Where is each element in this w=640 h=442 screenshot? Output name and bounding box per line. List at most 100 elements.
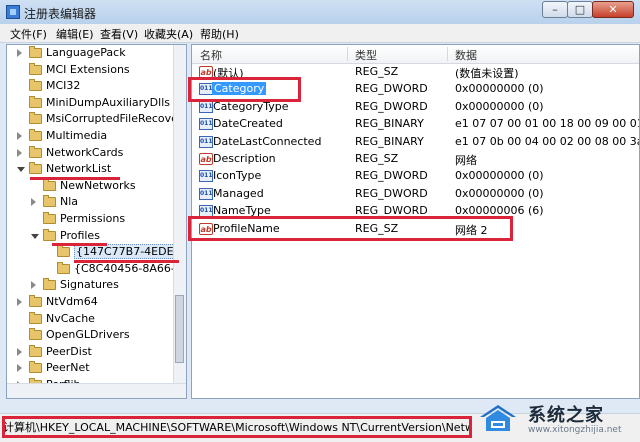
value-type: REG_SZ xyxy=(355,65,399,78)
folder-icon xyxy=(43,278,56,291)
string-value-icon: ab xyxy=(199,153,213,165)
tree-item-label: Signatures xyxy=(60,278,119,292)
value-type: REG_DWORD xyxy=(355,99,428,113)
value-row[interactable]: 011 DateLastConnected REG_BINARY e1 07 0b 0… xyxy=(192,134,639,151)
tree-item-label: MiniDumpAuxiliaryDlls xyxy=(46,95,170,109)
folder-icon xyxy=(29,328,42,341)
column-divider[interactable] xyxy=(347,47,348,61)
binary-value-icon: 011 xyxy=(199,118,213,131)
folder-icon xyxy=(43,195,56,208)
expand-arrow-open-icon[interactable] xyxy=(17,167,25,173)
value-type: REG_BINARY xyxy=(355,134,424,148)
value-type: REG_DWORD xyxy=(355,186,428,200)
tree-vertical-scrollbar[interactable] xyxy=(173,45,186,383)
folder-icon xyxy=(29,145,42,158)
value-name: IconType xyxy=(213,169,262,183)
highlight-category-box xyxy=(188,77,301,102)
value-type: REG_DWORD xyxy=(355,82,428,96)
folder-icon xyxy=(43,178,56,191)
value-type: REG_DWORD xyxy=(355,169,428,183)
regedit-app-icon xyxy=(6,5,20,19)
expand-arrow-open-icon[interactable] xyxy=(31,233,39,239)
expand-arrow-icon[interactable] xyxy=(17,298,22,306)
maximize-button[interactable]: □ xyxy=(567,1,593,18)
tree-item-label: OpenGLDrivers xyxy=(46,328,130,342)
value-row[interactable]: 011 IconType REG_DWORD 0x00000000 (0) xyxy=(192,168,639,185)
key-tree-pane[interactable]: LanguagePack MCI Extensions MCI32 MiniDumpA… xyxy=(6,44,187,399)
title-bar[interactable]: 注册表编辑器 – □ ✕ xyxy=(0,0,640,24)
folder-icon xyxy=(29,79,42,92)
minimize-button[interactable]: – xyxy=(542,1,568,18)
folder-icon xyxy=(29,311,42,324)
watermark-logo-icon xyxy=(480,405,516,431)
value-data: 网络 xyxy=(455,154,477,167)
column-header-data[interactable]: 数据 xyxy=(455,47,477,63)
tree-item-label: {C8C40456-8A66-4 xyxy=(74,261,182,275)
expand-arrow-icon[interactable] xyxy=(17,148,22,157)
window-title: 注册表编辑器 xyxy=(24,7,97,21)
watermark: 系统之家 www.xitongzhijia.net xyxy=(470,387,640,441)
folder-icon xyxy=(57,245,70,258)
value-data: 0x00000000 (0) xyxy=(455,186,544,200)
expand-arrow-icon[interactable] xyxy=(17,49,22,57)
value-name: Managed xyxy=(213,186,264,200)
menu-help[interactable]: 帮助(H) xyxy=(200,26,239,42)
expand-arrow-icon[interactable] xyxy=(17,132,22,140)
expand-arrow-icon[interactable] xyxy=(17,364,22,373)
folder-icon xyxy=(29,62,42,75)
value-row[interactable]: ab Description REG_SZ 网络 xyxy=(192,151,639,168)
value-type: REG_BINARY xyxy=(355,117,424,131)
folder-icon xyxy=(29,162,42,175)
highlight-profilename-box xyxy=(188,216,513,241)
tree-item-label: NtVdm64 xyxy=(46,295,98,308)
folder-icon xyxy=(29,112,42,125)
column-header-name[interactable]: 名称 xyxy=(200,47,222,63)
tree-item-label: PeerNet xyxy=(46,361,90,375)
folder-icon xyxy=(29,46,42,58)
tree-item-label: Nla xyxy=(60,195,79,209)
menu-file[interactable]: 文件(F) xyxy=(10,26,47,42)
underline-profile-guid xyxy=(74,260,179,263)
tree-horizontal-scrollbar[interactable] xyxy=(7,383,186,398)
expand-arrow-icon[interactable] xyxy=(31,281,36,290)
tree-item-label: Permissions xyxy=(60,212,126,225)
tree-item-label: MsiCorruptedFileRecover xyxy=(46,112,183,126)
tree-item-label: Multimedia xyxy=(46,129,108,142)
value-name: Description xyxy=(213,152,276,165)
folder-icon xyxy=(57,261,70,274)
tree-item-label: Profiles xyxy=(60,228,100,242)
tree-item-label: {147C77B7-4EDE-4 xyxy=(74,244,186,260)
column-header-type[interactable]: 类型 xyxy=(355,47,377,63)
expand-arrow-icon[interactable] xyxy=(17,347,22,356)
folder-icon xyxy=(29,295,42,307)
tree-scroll-thumb[interactable] xyxy=(175,295,184,363)
watermark-text: 系统之家 xyxy=(528,405,604,426)
value-row[interactable]: 011 DateCreated REG_BINARY e1 07 07 00 01 0… xyxy=(192,116,639,133)
folder-icon xyxy=(43,212,56,224)
folder-icon xyxy=(43,228,56,241)
tree-item-label: NetworkList xyxy=(46,162,112,176)
underline-networklist xyxy=(30,177,120,180)
close-button[interactable]: ✕ xyxy=(592,1,634,18)
tree-item-label: LanguagePack xyxy=(46,46,126,59)
value-data: 0x00000000 (0) xyxy=(455,169,544,183)
menu-bar: 文件(F) 编辑(E) 查看(V) 收藏夹(A) 帮助(H) xyxy=(0,24,640,43)
tree-item-label: MCI32 xyxy=(46,79,81,93)
value-data: e1 07 0b 00 04 00 02 00 08 00 3a 00 xyxy=(455,134,639,148)
watermark-url: www.xitongzhijia.net xyxy=(528,425,622,435)
value-data: (数值未设置) xyxy=(455,67,519,80)
folder-icon xyxy=(29,129,42,141)
menu-edit[interactable]: 编辑(E) xyxy=(56,26,94,42)
menu-favorites[interactable]: 收藏夹(A) xyxy=(144,26,193,42)
folder-icon xyxy=(29,95,42,108)
folder-icon xyxy=(29,361,42,374)
highlight-path-box xyxy=(2,416,472,438)
expand-arrow-icon[interactable] xyxy=(31,198,36,207)
value-list-header: 名称 类型 数据 xyxy=(192,45,639,64)
binary-value-icon: 011 xyxy=(199,187,213,200)
value-row[interactable]: 011 Managed REG_DWORD 0x00000000 (0) xyxy=(192,186,639,203)
underline-profiles xyxy=(52,243,107,246)
value-name: DateLastConnected xyxy=(213,134,322,148)
menu-view[interactable]: 查看(V) xyxy=(100,26,138,42)
column-divider[interactable] xyxy=(447,47,448,61)
